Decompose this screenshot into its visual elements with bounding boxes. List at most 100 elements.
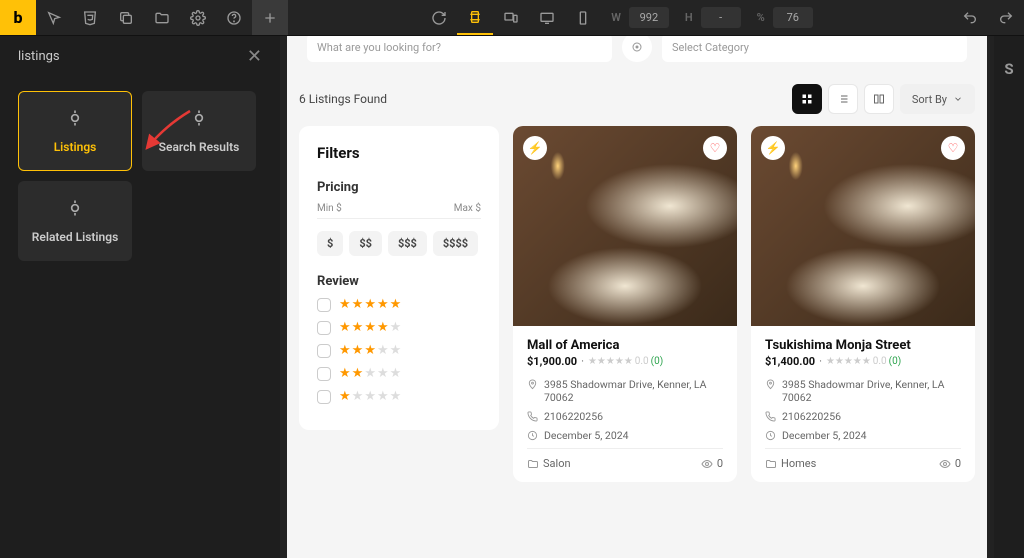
location-icon[interactable] xyxy=(622,36,652,62)
clock-icon xyxy=(765,430,776,441)
folder-button[interactable] xyxy=(144,0,180,35)
top-toolbar: b W 992 H - % 76 xyxy=(0,0,1024,36)
redo-button[interactable] xyxy=(988,0,1024,35)
refresh-button[interactable] xyxy=(421,0,457,35)
chevron-down-icon xyxy=(953,94,963,104)
search-results-icon xyxy=(189,108,209,132)
review-filter-1[interactable]: ★★★★★ xyxy=(317,389,481,404)
listing-phone: 2106220256 xyxy=(544,410,603,423)
listing-address: 3985 Shadowmar Drive, Kenner, LA 70062 xyxy=(782,378,961,404)
listing-views: 0 xyxy=(717,457,723,470)
preview-page: What are you looking for? Select Categor… xyxy=(287,36,987,558)
checkbox-icon[interactable] xyxy=(317,298,331,312)
listing-image: ⚡ ♡ xyxy=(513,126,737,326)
filters-panel: Filters Pricing Min $ Max $ $ $$ $$$ $$$… xyxy=(299,126,499,430)
price-chip[interactable]: $$ xyxy=(349,231,382,256)
add-button[interactable] xyxy=(252,0,288,35)
desktop-view-button[interactable] xyxy=(529,0,565,35)
price-chip[interactable]: $$$$ xyxy=(433,231,478,256)
review-heading: Review xyxy=(317,274,481,289)
pin-icon xyxy=(765,379,776,390)
review-filter-2[interactable]: ★★★★★ xyxy=(317,366,481,381)
preview-canvas: What are you looking for? Select Categor… xyxy=(280,36,994,558)
zoom-group: % 76 xyxy=(753,0,813,35)
category-select[interactable]: Select Category xyxy=(662,36,967,62)
undo-button[interactable] xyxy=(952,0,988,35)
review-filter-3[interactable]: ★★★★★ xyxy=(317,343,481,358)
listing-price: $1,400.00 xyxy=(765,355,815,368)
devices-button[interactable] xyxy=(493,0,529,35)
folder-icon xyxy=(765,458,777,470)
app-logo[interactable]: b xyxy=(0,0,36,35)
related-listings-icon xyxy=(65,198,85,222)
zoom-label: % xyxy=(753,11,769,24)
listing-card[interactable]: ⚡ ♡ Mall of America $1,900.00 · ★★★★★ 0.… xyxy=(513,126,737,482)
phone-icon xyxy=(765,411,776,422)
zoom-value[interactable]: 76 xyxy=(773,7,813,28)
listing-title: Tsukishima Monja Street xyxy=(765,338,961,353)
map-view-button[interactable] xyxy=(864,84,894,114)
listing-category: Salon xyxy=(543,457,571,470)
mobile-view-button[interactable] xyxy=(565,0,601,35)
featured-icon: ⚡ xyxy=(761,136,785,160)
checkbox-icon[interactable] xyxy=(317,367,331,381)
settings-button[interactable] xyxy=(180,0,216,35)
listing-address: 3985 Shadowmar Drive, Kenner, LA 70062 xyxy=(544,378,723,404)
pricing-heading: Pricing xyxy=(317,180,481,195)
favorite-button[interactable]: ♡ xyxy=(703,136,727,160)
search-input[interactable]: What are you looking for? xyxy=(307,36,612,62)
checkbox-icon[interactable] xyxy=(317,321,331,335)
review-filter-4[interactable]: ★★★★★ xyxy=(317,320,481,335)
width-value[interactable]: 992 xyxy=(629,7,669,28)
checkbox-icon[interactable] xyxy=(317,344,331,358)
eye-icon xyxy=(939,458,951,470)
grid-view-button[interactable] xyxy=(792,84,822,114)
listing-image: ⚡ ♡ xyxy=(751,126,975,326)
listing-date: December 5, 2024 xyxy=(782,429,867,442)
price-min-label[interactable]: Min $ xyxy=(317,203,342,214)
list-view-button[interactable] xyxy=(828,84,858,114)
width-label: W xyxy=(607,11,625,24)
price-chip[interactable]: $ xyxy=(317,231,343,256)
height-value[interactable]: - xyxy=(701,7,741,28)
listing-rating: ★★★★★ 0.0 (0) xyxy=(826,356,901,367)
element-card-label: Related Listings xyxy=(32,230,119,244)
cursor-tool-button[interactable] xyxy=(36,0,72,35)
listing-title: Mall of America xyxy=(527,338,723,353)
price-max-label[interactable]: Max $ xyxy=(454,203,481,214)
checkbox-icon[interactable] xyxy=(317,390,331,404)
listing-card[interactable]: ⚡ ♡ Tsukishima Monja Street $1,400.00 · … xyxy=(751,126,975,482)
listing-price: $1,900.00 xyxy=(527,355,577,368)
element-card-listings[interactable]: Listings xyxy=(18,91,132,171)
help-button[interactable] xyxy=(216,0,252,35)
right-panel-label: S xyxy=(1004,60,1013,78)
favorite-button[interactable]: ♡ xyxy=(941,136,965,160)
element-card-label: Listings xyxy=(54,140,97,154)
listing-category: Homes xyxy=(781,457,816,470)
right-panel: S xyxy=(994,36,1024,558)
listing-rating: ★★★★★ 0.0 (0) xyxy=(588,356,663,367)
folder-icon xyxy=(527,458,539,470)
copy-button[interactable] xyxy=(108,0,144,35)
css-button[interactable] xyxy=(72,0,108,35)
listing-phone: 2106220256 xyxy=(782,410,841,423)
element-card-label: Search Results xyxy=(159,140,240,154)
sort-button[interactable]: Sort By xyxy=(900,84,975,114)
responsive-toggle-button[interactable] xyxy=(457,0,493,35)
element-card-related-listings[interactable]: Related Listings xyxy=(18,181,132,261)
sidebar-title: listings xyxy=(18,49,60,64)
width-group: W 992 xyxy=(607,0,669,35)
eye-icon xyxy=(701,458,713,470)
filters-title: Filters xyxy=(317,144,481,162)
price-chip[interactable]: $$$ xyxy=(388,231,427,256)
listings-icon xyxy=(65,108,85,132)
review-filter-5[interactable]: ★★★★★ xyxy=(317,297,481,312)
listing-date: December 5, 2024 xyxy=(544,429,629,442)
sidebar-close-button[interactable]: ✕ xyxy=(247,46,262,67)
elements-sidebar: listings ✕ Listings Search Results Relat… xyxy=(0,36,280,558)
height-group: H - xyxy=(681,0,741,35)
height-label: H xyxy=(681,11,697,24)
results-count: 6 Listings Found xyxy=(299,92,387,106)
pin-icon xyxy=(527,379,538,390)
element-card-search-results[interactable]: Search Results xyxy=(142,91,256,171)
